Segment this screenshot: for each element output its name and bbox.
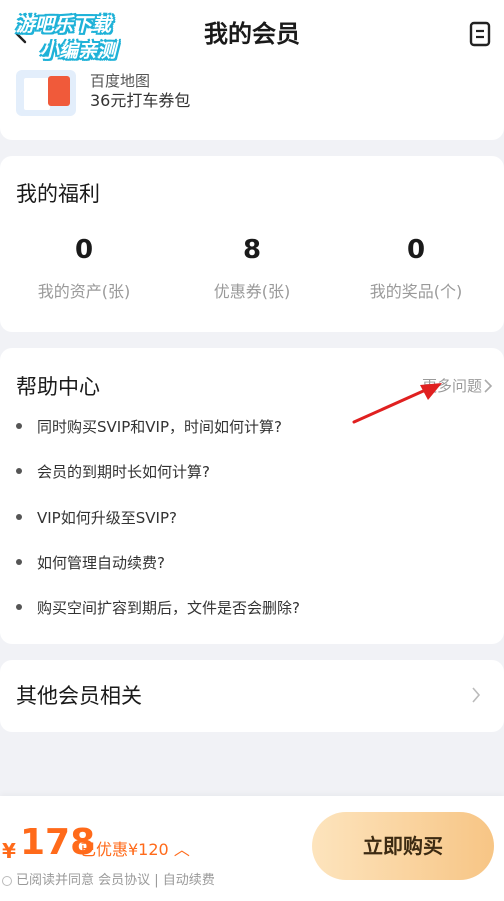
help-center-title: 帮助中心	[16, 375, 100, 399]
menu-icon[interactable]	[468, 20, 492, 48]
faq-item[interactable]: 会员的到期时长如何计算?	[16, 461, 210, 482]
stat-coupons-value: 8	[242, 235, 262, 265]
chevron-right-icon[interactable]	[482, 378, 494, 393]
bullet-icon	[16, 513, 22, 520]
faq-item[interactable]: 同时购买SVIP和VIP，时间如何计算?	[16, 416, 282, 437]
bullet-icon	[16, 467, 22, 474]
discount-text: 已优惠¥120	[80, 840, 169, 859]
more-questions-link[interactable]: 更多问题	[422, 375, 482, 396]
coupon-description: 36元打车券包	[90, 91, 191, 110]
stat-assets-label: 我的资产(张)	[37, 282, 131, 301]
faq-text: VIP如何升级至SVIP?	[37, 509, 177, 527]
faq-item[interactable]: 购买空间扩容到期后，文件是否会删除?	[16, 597, 300, 618]
other-member-title: 其他会员相关	[16, 684, 142, 708]
faq-text: 购买空间扩容到期后，文件是否会删除?	[37, 599, 300, 617]
buy-now-button[interactable]: 立即购买	[312, 812, 494, 880]
discount-toggle[interactable]: 已优惠¥120 ︿	[80, 836, 190, 860]
faq-item[interactable]: VIP如何升级至SVIP?	[16, 507, 177, 528]
currency-symbol: ¥	[2, 839, 16, 863]
agreement-text: 已阅读并同意 会员协议 | 自动续费	[16, 873, 215, 888]
agreement-row[interactable]: 已阅读并同意 会员协议 | 自动续费	[2, 869, 215, 888]
bullet-icon	[16, 603, 22, 610]
stat-prizes-label: 我的奖品(个)	[369, 282, 463, 301]
coupon-thumbnail	[16, 70, 76, 116]
faq-text: 如何管理自动续费?	[37, 554, 165, 572]
stat-assets-value: 0	[74, 235, 94, 265]
stat-coupons[interactable]: 8 优惠券(张)	[168, 232, 336, 302]
agree-radio[interactable]	[2, 875, 12, 886]
bullet-icon	[16, 422, 22, 429]
faq-text: 同时购买SVIP和VIP，时间如何计算?	[37, 418, 282, 436]
chevron-up-icon: ︿	[173, 840, 190, 859]
chevron-right-icon[interactable]	[470, 686, 482, 704]
stat-coupons-label: 优惠券(张)	[213, 282, 291, 301]
faq-text: 会员的到期时长如何计算?	[37, 463, 210, 481]
stat-prizes[interactable]: 0 我的奖品(个)	[332, 232, 500, 302]
bullet-icon	[16, 558, 22, 565]
page-title: 我的会员	[204, 20, 300, 48]
stat-prizes-value: 0	[406, 235, 426, 265]
header: 我的会员	[0, 0, 504, 66]
stat-assets[interactable]: 0 我的资产(张)	[0, 232, 168, 302]
faq-item[interactable]: 如何管理自动续费?	[16, 552, 165, 573]
welfare-title: 我的福利	[16, 182, 100, 206]
